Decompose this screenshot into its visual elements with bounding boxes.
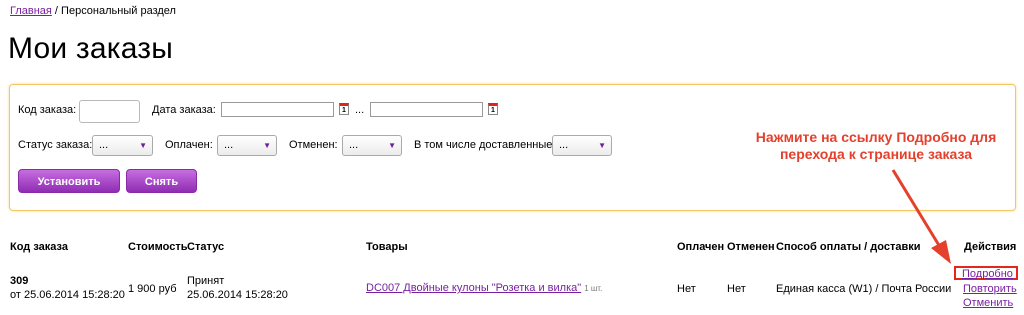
order-cost: 1 900 руб (128, 283, 177, 295)
goods-cell: DC007 Двойные кулоны "Розетка и вилка" 1… (366, 282, 602, 294)
order-paid: Нет (677, 283, 696, 295)
order-date: от 25.06.2014 15:28:20 (10, 289, 125, 301)
order-code: 309 (10, 275, 29, 287)
cancel-link[interactable]: Отменить (963, 297, 1013, 309)
order-status: Принят (187, 275, 225, 287)
order-status-date: 25.06.2014 15:28:20 (187, 289, 288, 301)
col-order-code: Код заказа (10, 241, 68, 253)
col-payment-delivery: Способ оплаты / доставки (776, 241, 921, 253)
col-canceled: Отменен (727, 241, 775, 253)
details-link[interactable]: Подробно (962, 268, 1013, 280)
goods-link[interactable]: DC007 Двойные кулоны "Розетка и вилка" (366, 282, 581, 294)
annotation-arrow-icon (891, 169, 951, 264)
goods-quantity: 1 шт. (584, 284, 603, 293)
col-status: Статус (187, 241, 225, 253)
col-actions: Действия (964, 241, 1017, 253)
order-canceled: Нет (727, 283, 746, 295)
col-paid: Оплачен (677, 241, 725, 253)
col-goods: Товары (366, 241, 408, 253)
order-payment-delivery: Единая касса (W1) / Почта России (776, 283, 952, 295)
repeat-link[interactable]: Повторить (963, 283, 1017, 295)
col-cost: Стоимость (128, 241, 188, 253)
